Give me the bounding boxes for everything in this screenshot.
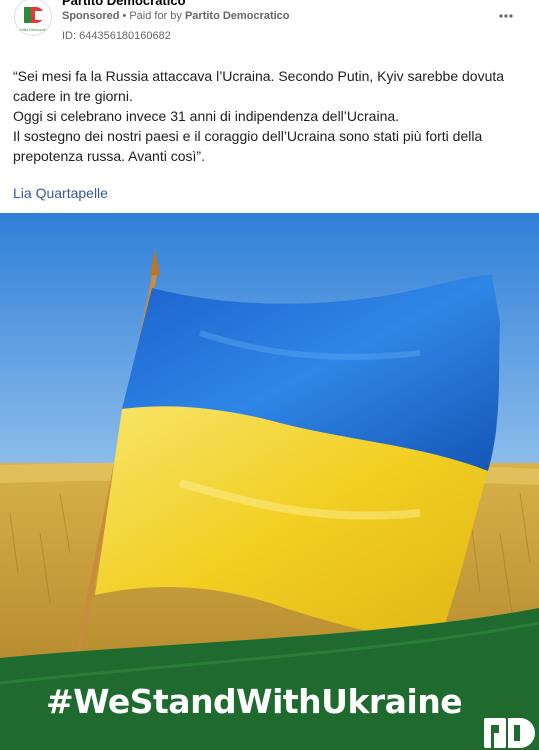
sponsor-info: Sponsored • Paid for by Partito Democratic… (62, 10, 290, 22)
ad-id: ID: 644356180160682 (62, 30, 171, 42)
ad-header: Partito Democratico Partito Democratico … (0, 0, 539, 52)
page-avatar[interactable]: Partito Democratico (14, 0, 52, 36)
post-line: “Sei mesi fa la Russia attaccava l’Ucrai… (13, 68, 505, 104)
ukraine-flag-illustration (0, 213, 539, 750)
pd-logo-icon: Partito Democratico (15, 0, 52, 35)
author-link[interactable]: Lia Quartapelle (13, 185, 108, 201)
more-options-button[interactable] (494, 6, 518, 26)
pd-corner-logo-icon (478, 712, 539, 750)
post-line: Il sostegno dei nostri paesi e il coragg… (13, 128, 483, 164)
post-line: Oggi si celebrano invece 31 anni di indi… (13, 108, 400, 124)
paid-for-prefix: Paid for by (129, 10, 182, 22)
paid-for-by-name[interactable]: Partito Democratico (185, 10, 290, 22)
page-name-link[interactable]: Partito Democratico (62, 0, 186, 8)
more-dots-icon (499, 14, 513, 18)
svg-text:Partito Democratico: Partito Democratico (16, 27, 52, 32)
hashtag-banner-text: #WeStandWithUkraine (46, 682, 463, 721)
post-text: “Sei mesi fa la Russia attaccava l’Ucrai… (13, 66, 529, 166)
ad-image[interactable]: #WeStandWithUkraine (0, 213, 539, 750)
sponsored-label: Sponsored (62, 10, 120, 22)
separator-dot: • (122, 10, 127, 22)
